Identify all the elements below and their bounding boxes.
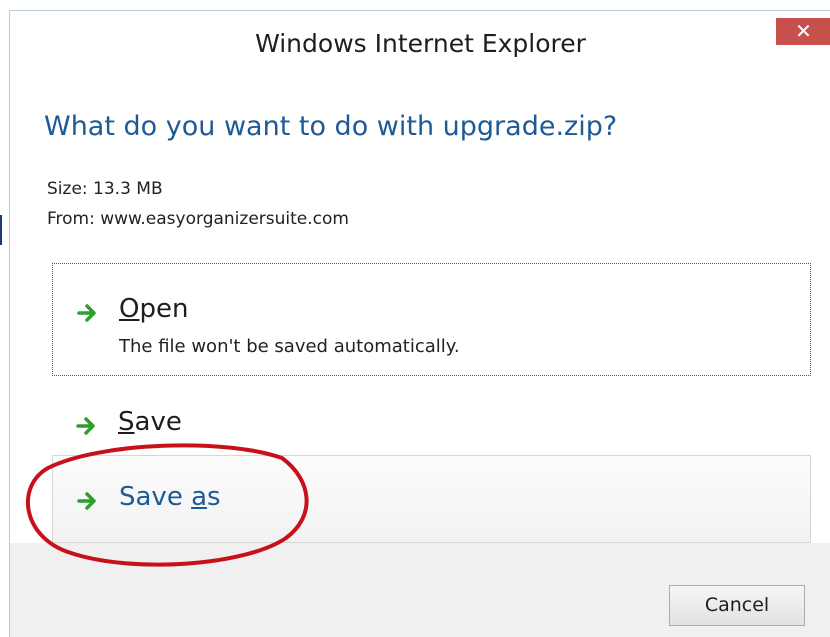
file-source-text: From: www.easyorganizersuite.com [47, 209, 349, 229]
save-as-label-rest: s [207, 482, 221, 512]
close-icon: ✕ [795, 19, 812, 43]
save-as-label-start: Save [119, 482, 192, 512]
close-button[interactable]: ✕ [776, 18, 830, 45]
dialog-footer: Cancel [10, 543, 830, 637]
save-as-accelerator-letter: a [191, 482, 208, 512]
download-question-heading: What do you want to do with upgrade.zip? [44, 111, 618, 142]
screenshot-stage: Windows Internet Explorer ✕ What do you … [0, 0, 830, 637]
background-edge-mark [0, 215, 2, 245]
save-as-option[interactable]: Save as [52, 455, 811, 543]
green-right-arrow-icon [77, 492, 96, 510]
save-as-option-label: Save as [119, 482, 221, 512]
open-label-rest: pen [139, 294, 189, 324]
save-option-label: Save [118, 407, 182, 437]
title-bar[interactable]: Windows Internet Explorer ✕ [10, 11, 830, 75]
green-right-arrow-icon [77, 304, 96, 322]
file-size-text: Size: 13.3 MB [47, 179, 163, 199]
open-accelerator-letter: O [119, 294, 140, 324]
cancel-button[interactable]: Cancel [669, 585, 805, 626]
open-option-subtitle: The file won't be saved automatically. [119, 336, 460, 357]
green-right-arrow-icon [76, 417, 95, 435]
open-option[interactable]: Open The file won't be saved automatical… [52, 263, 811, 376]
download-dialog: Windows Internet Explorer ✕ What do you … [9, 10, 830, 637]
save-label-rest: ave [134, 407, 182, 437]
window-title: Windows Internet Explorer [255, 29, 586, 58]
save-accelerator-letter: S [118, 407, 135, 437]
open-option-label: Open [119, 294, 188, 324]
save-option[interactable]: Save [52, 393, 811, 455]
